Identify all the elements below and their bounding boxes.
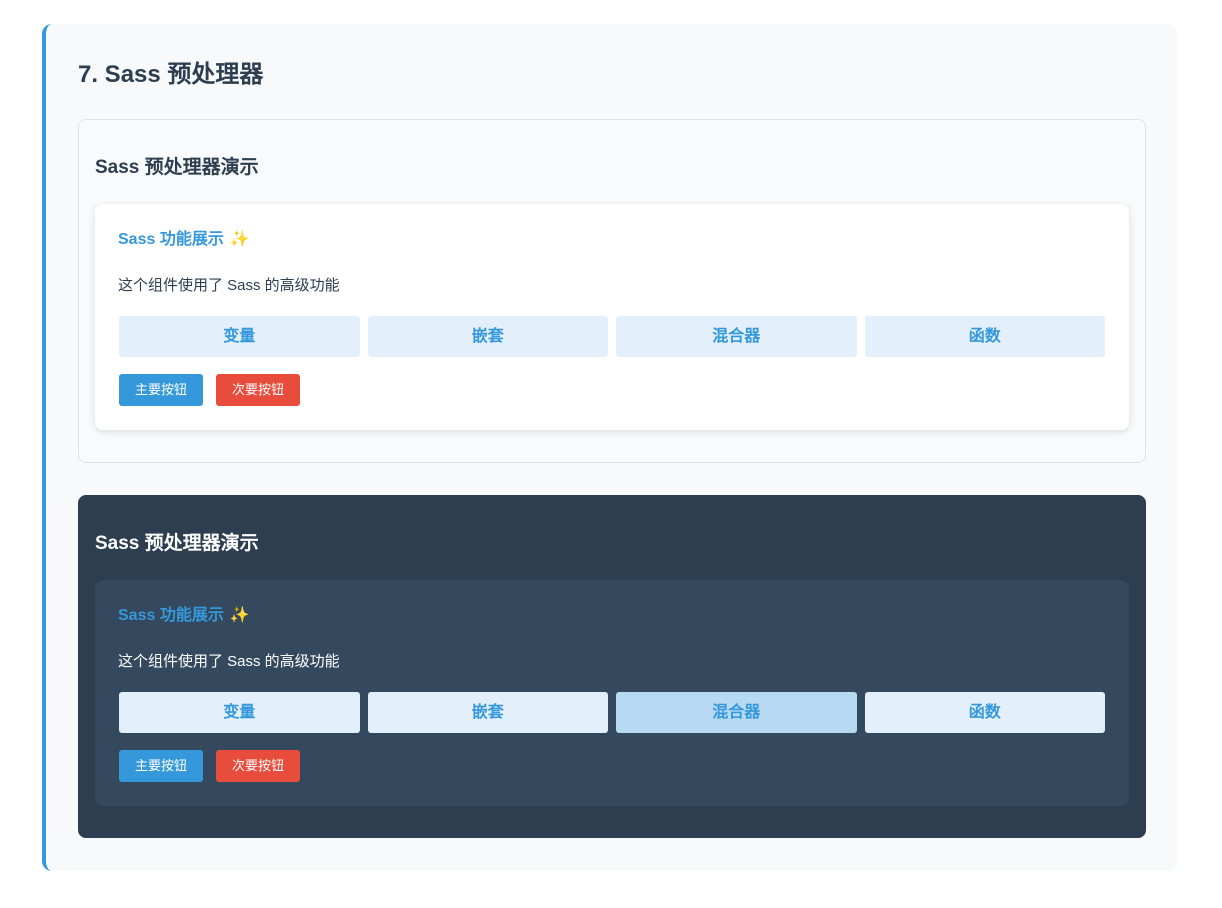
feature-mixins[interactable]: 混合器	[616, 316, 857, 357]
feature-variables[interactable]: 变量	[119, 316, 360, 357]
button-group: 主要按钮 次要按钮	[119, 374, 301, 406]
demo-title: Sass 预处理器演示	[95, 157, 259, 178]
section-title: 7. Sass 预处理器	[78, 61, 264, 88]
primary-button[interactable]: 主要按钮	[119, 374, 204, 406]
feature-list: 变量 嵌套 混合器 函数	[119, 692, 1105, 733]
feature-variables[interactable]: 变量	[119, 692, 360, 733]
sparkle-icon: ✨	[229, 607, 250, 624]
feature-mixins[interactable]: 混合器	[616, 692, 857, 733]
feature-nesting[interactable]: 嵌套	[367, 692, 608, 733]
card-description: 这个组件使用了 Sass 的高级功能	[118, 277, 340, 294]
sass-card: Sass 功能展示 ✨ 这个组件使用了 Sass 的高级功能 变量 嵌套 混合器 …	[95, 204, 1129, 430]
sass-section: 7. Sass 预处理器 Sass 预处理器演示 Sass 功能展示 ✨ 这个组件…	[42, 24, 1177, 871]
card-title: Sass 功能展示 ✨	[118, 230, 250, 250]
card-title-text: Sass 功能展示	[118, 231, 224, 248]
feature-functions[interactable]: 函数	[864, 692, 1105, 733]
secondary-button[interactable]: 次要按钮	[216, 750, 301, 782]
secondary-button[interactable]: 次要按钮	[216, 374, 301, 406]
card-title: Sass 功能展示 ✨	[118, 606, 250, 626]
sass-demo-dark: Sass 预处理器演示 Sass 功能展示 ✨ 这个组件使用了 Sass 的高级功…	[78, 495, 1146, 838]
feature-functions[interactable]: 函数	[864, 316, 1105, 357]
sass-card: Sass 功能展示 ✨ 这个组件使用了 Sass 的高级功能 变量 嵌套 混合器 …	[95, 580, 1129, 806]
sparkle-icon: ✨	[229, 231, 250, 248]
feature-nesting[interactable]: 嵌套	[367, 316, 608, 357]
card-title-text: Sass 功能展示	[118, 607, 224, 624]
primary-button[interactable]: 主要按钮	[119, 750, 204, 782]
demo-title: Sass 预处理器演示	[95, 533, 259, 554]
sass-demo-light: Sass 预处理器演示 Sass 功能展示 ✨ 这个组件使用了 Sass 的高级功…	[78, 119, 1146, 463]
button-group: 主要按钮 次要按钮	[119, 750, 301, 782]
card-description: 这个组件使用了 Sass 的高级功能	[118, 653, 340, 670]
feature-list: 变量 嵌套 混合器 函数	[119, 316, 1105, 357]
